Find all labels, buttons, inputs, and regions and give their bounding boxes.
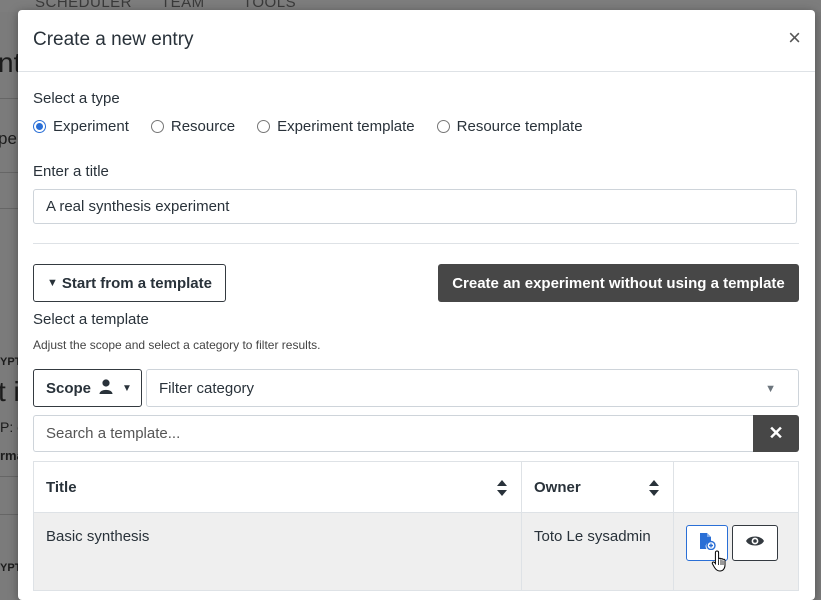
bg-fragment: pe [0,129,17,148]
column-header-label: Owner [534,478,581,496]
bg-divider [0,514,18,515]
divider [33,243,799,244]
sort-icon [649,480,659,496]
radio-resource[interactable] [150,120,164,133]
type-option-label: Resource template [456,118,583,135]
template-owner-cell: Toto Le sysadmin [521,512,674,591]
bg-fragment: t i [0,376,20,407]
clear-search-button[interactable]: ✕ [753,415,799,452]
column-header-owner[interactable]: Owner [521,461,674,513]
template-search-input[interactable] [33,415,754,452]
user-icon [99,378,113,398]
modal-title: Create a new entry [33,29,194,50]
scope-label: Scope [46,379,92,397]
view-template-button[interactable] [732,525,778,561]
bg-divider [0,208,18,209]
create-without-template-button[interactable]: Create an experiment without using a tem… [438,264,799,302]
filter-category-select[interactable]: Filter category ▼ [146,369,799,407]
type-option-label: Experiment template [277,118,415,135]
template-actions-cell [673,512,799,591]
title-input[interactable] [33,189,797,224]
chevron-down-icon: ▼ [765,383,776,395]
bg-divider [0,172,18,173]
column-header-title[interactable]: Title [33,461,522,513]
filter-hint: Adjust the scope and select a category t… [33,338,321,352]
column-header-label: Title [46,478,77,496]
title-label: Enter a title [33,163,109,180]
create-entry-modal: Create a new entry × Select a type Exper… [18,10,815,600]
start-from-template-label: Start from a template [61,274,212,292]
modal-header: Create a new entry × [18,10,815,72]
close-button[interactable]: × [788,26,801,50]
table-row: Basic synthesis Toto Le sysadmin [33,512,799,591]
type-option-resource[interactable]: Resource [150,118,236,135]
caret-down-icon: ▼ [47,277,58,289]
column-header-actions [673,461,799,513]
type-radio-group: Experiment Resource Experiment template … [33,118,605,135]
caret-down-icon: ▼ [122,382,132,394]
radio-resource-template[interactable] [436,120,450,133]
radio-experiment-template[interactable] [257,120,271,133]
sort-icon [497,480,507,496]
radio-experiment[interactable] [33,120,46,133]
select-template-label: Select a template [33,311,149,328]
type-option-label: Resource [170,118,236,135]
scope-dropdown-button[interactable]: Scope ▼ [33,369,142,407]
start-from-template-button[interactable]: ▼ Start from a template [33,264,226,302]
filter-category-value: Filter category [159,379,255,397]
hand-cursor-icon [711,550,729,577]
eye-icon [745,534,765,552]
type-option-resource-template[interactable]: Resource template [436,118,583,135]
bg-divider [0,98,18,99]
type-option-label: Experiment [53,118,129,135]
bg-divider [0,476,18,477]
type-option-experiment-template[interactable]: Experiment template [257,118,415,135]
type-option-experiment[interactable]: Experiment [33,118,129,135]
type-label: Select a type [33,90,120,107]
templates-table: Title Owner Basic synthesis Toto Le sysa… [33,461,799,591]
template-title-cell: Basic synthesis [33,512,522,591]
close-icon: ✕ [768,423,784,443]
